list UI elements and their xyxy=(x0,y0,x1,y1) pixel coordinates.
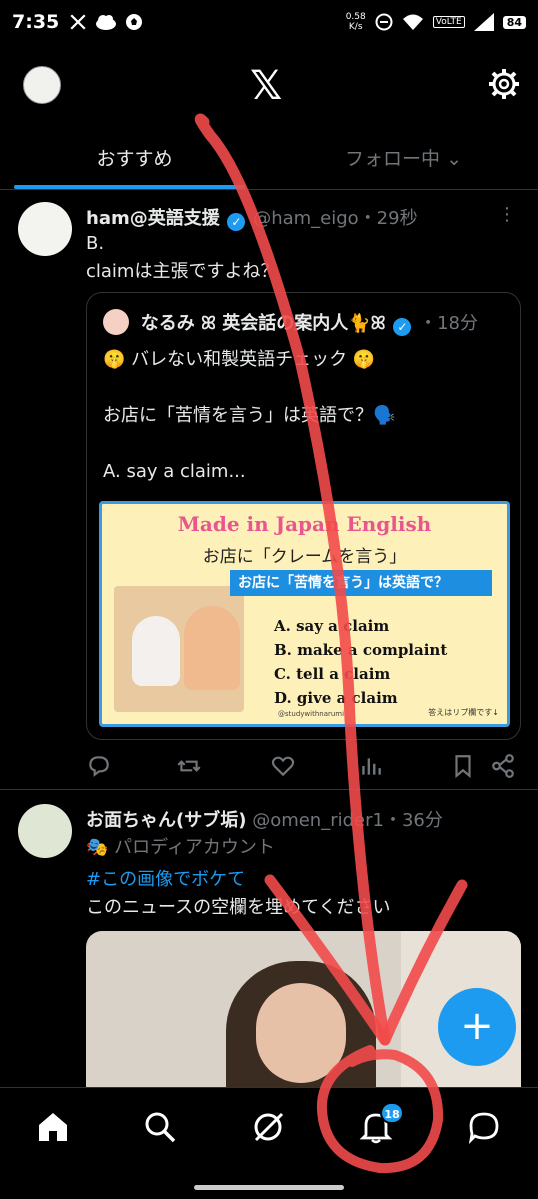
image-title: Made in Japan English xyxy=(177,512,432,536)
compose-post-button[interactable]: + xyxy=(438,988,516,1066)
soccer-ball-icon xyxy=(126,14,143,30)
battery-indicator: 84 xyxy=(502,15,526,29)
gesture-home-bar[interactable] xyxy=(194,1185,344,1190)
tweet-text: B. claimは主張ですよね？ xyxy=(86,233,279,282)
bottom-navigation: 18 xyxy=(0,1087,538,1199)
repost-icon[interactable] xyxy=(176,753,202,779)
signal-icon xyxy=(473,13,494,31)
quote-time: ・18分 xyxy=(419,313,479,334)
search-icon[interactable] xyxy=(143,1110,177,1144)
net-speed: 0.58 K/s xyxy=(345,12,366,32)
tab-recommended[interactable]: おすすめ xyxy=(0,134,269,189)
mask-icon: 🎭 xyxy=(86,837,109,858)
volte-badge: VoLTE xyxy=(432,16,465,28)
notification-count-badge: 18 xyxy=(380,1102,404,1124)
chevron-down-icon: ⌄ xyxy=(446,148,462,170)
quote-avatar xyxy=(103,309,129,335)
hashtag-link[interactable]: #この画像でボケて xyxy=(86,866,391,894)
bookmark-icon[interactable] xyxy=(450,753,476,779)
reply-icon[interactable] xyxy=(86,753,112,779)
tweet-actions xyxy=(86,753,516,783)
parody-label: 🎭 パロディアカウント xyxy=(86,837,275,858)
tweet-header: お面ちゃん(サブ垢) @omen_rider1・36分 xyxy=(86,806,443,832)
x-notification-icon xyxy=(70,14,86,30)
image-options: A. say a claim B. make a complaint C. te… xyxy=(274,617,448,707)
share-icon[interactable] xyxy=(490,753,516,779)
image-subtitle: お店に「クレームを言う」 xyxy=(202,547,407,567)
quote-header: なるみ ꕤ 英会話の案内人🐈ꕤ ✓ ・18分 xyxy=(103,309,478,336)
tweet-avatar[interactable] xyxy=(18,202,72,256)
image-question-banner: お店に「苦情を言う」は英語で？ xyxy=(230,570,492,596)
tweet-text: #この画像でボケて このニュースの空欄を埋めてください xyxy=(86,866,391,922)
quote-author-name: なるみ ꕤ 英会話の案内人🐈ꕤ xyxy=(140,313,386,334)
dnd-icon xyxy=(375,13,393,31)
settings-gear-icon[interactable] xyxy=(486,66,522,102)
home-icon[interactable] xyxy=(36,1110,70,1144)
cloud-icon xyxy=(96,15,117,30)
views-icon[interactable] xyxy=(358,753,384,779)
shopkeeper-illustration xyxy=(184,606,240,690)
verified-badge-icon: ✓ xyxy=(393,318,412,336)
quoted-tweet[interactable]: なるみ ꕤ 英会話の案内人🐈ꕤ ✓ ・18分 🤫 バレない和製英語チェック 🤫 … xyxy=(86,292,521,740)
illustration-shop xyxy=(114,586,244,712)
author-handle: @omen_rider1 xyxy=(252,810,384,831)
wifi-icon xyxy=(402,14,423,30)
messages-icon[interactable] xyxy=(467,1110,501,1144)
image-credit: @studywithnarumi xyxy=(278,710,345,718)
x-logo-icon: 𝕏 xyxy=(250,63,283,109)
author-name[interactable]: お面ちゃん(サブ垢) xyxy=(86,810,246,831)
quote-text-line2: お店に「苦情を言う」は英語で？🗣️ xyxy=(103,405,396,426)
tweet-time: ・29秒 xyxy=(358,208,418,229)
tweet-avatar[interactable] xyxy=(18,804,72,858)
timeline-tabs: おすすめ フォロー中 ⌄ xyxy=(0,134,538,190)
image-note: 答えはリプ欄です↓ xyxy=(428,708,499,717)
more-options-icon[interactable]: ⋮ xyxy=(498,204,516,225)
status-time: 7:35 xyxy=(12,11,60,33)
quote-text-line3: A. say a claim... xyxy=(103,461,246,482)
status-bar: 7:35 0.58 K/s VoLTE 84 xyxy=(0,0,538,44)
like-heart-icon[interactable] xyxy=(270,753,296,779)
tab-following[interactable]: フォロー中 ⌄ xyxy=(269,134,538,189)
verified-badge-icon: ✓ xyxy=(227,213,246,231)
quote-media-image[interactable]: Made in Japan English お店に「クレームを言う」 お店に「苦… xyxy=(99,501,510,727)
quote-text-line1: 🤫 バレない和製英語チェック 🤫 xyxy=(103,349,376,370)
person-face xyxy=(256,983,346,1083)
tweet-header: ham@英語支援 ✓ @ham_eigo・29秒 xyxy=(86,204,418,231)
author-handle: @ham_eigo xyxy=(253,208,359,229)
tweet-time: ・36分 xyxy=(383,810,443,831)
top-bar: 𝕏 xyxy=(0,58,538,114)
grok-icon[interactable] xyxy=(251,1110,285,1144)
cat-illustration xyxy=(132,616,180,686)
profile-avatar[interactable] xyxy=(23,66,61,104)
author-name[interactable]: ham@英語支援 xyxy=(86,208,220,229)
